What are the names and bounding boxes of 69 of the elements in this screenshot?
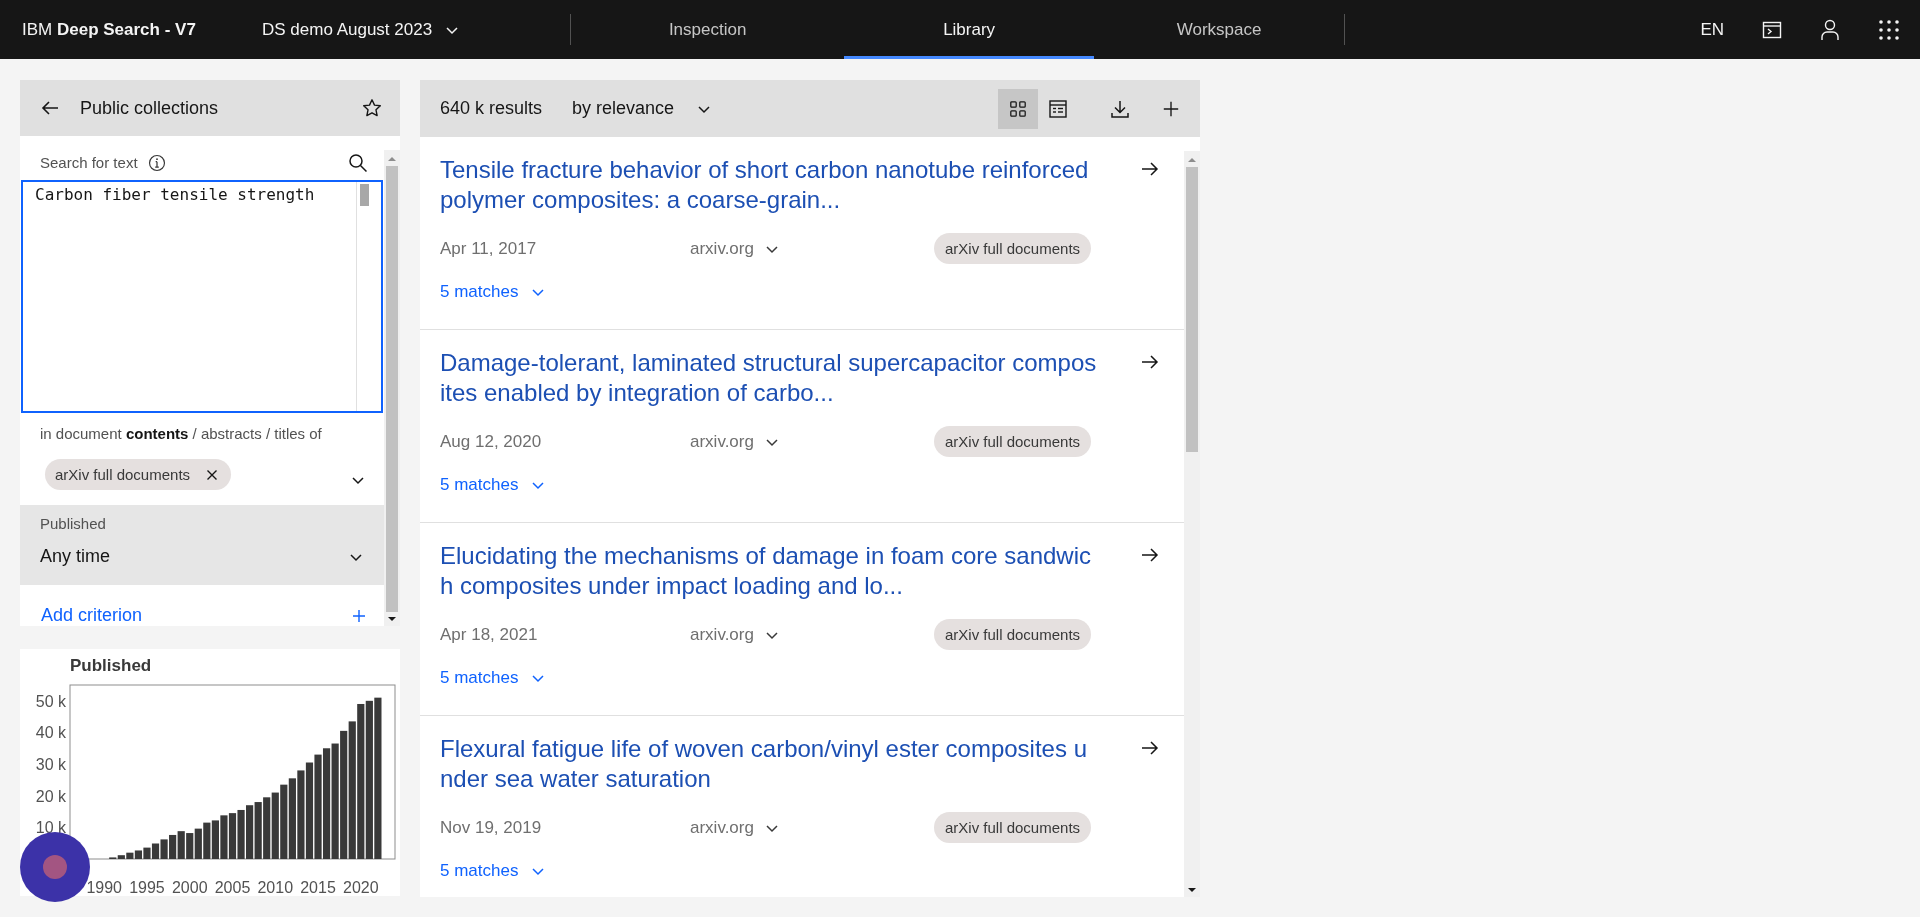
chart-bar xyxy=(151,843,160,859)
y-axis-label: 40 k xyxy=(35,724,66,742)
result-date: Aug 12, 2020 xyxy=(440,431,543,452)
matches-toggle[interactable]: 5 matches xyxy=(440,475,547,495)
x-axis-label: 2015 xyxy=(300,879,336,896)
matches-toggle[interactable]: 5 matches xyxy=(440,668,547,688)
search-icon[interactable] xyxy=(348,152,368,173)
x-axis-label: 1990 xyxy=(86,879,122,896)
x-axis-label: 2005 xyxy=(214,879,251,896)
source-dropdown[interactable]: arxiv.org xyxy=(690,431,934,452)
grid-icon xyxy=(1009,99,1027,118)
filter-label: Published xyxy=(40,514,107,533)
star-icon[interactable] xyxy=(362,98,382,118)
result-title-link[interactable]: Damage-tolerant, laminated structural supercapacitor composites enabled by integration of carbo... xyxy=(440,348,1100,408)
app-title: IBM Deep Search - V7 xyxy=(21,19,197,41)
add-criterion-button[interactable]: Add criterion xyxy=(20,585,384,626)
y-axis-label: 20 k xyxy=(35,787,66,805)
collection-tag: arXiv full documents xyxy=(45,459,232,491)
app-switcher-icon[interactable] xyxy=(1878,18,1900,41)
x-axis-label: 1995 xyxy=(129,879,165,896)
result-title-link[interactable]: Flexural fatigue life of woven carbon/vinyl ester composites under sea water saturation xyxy=(440,734,1100,794)
collection-tag: arXiv full documents xyxy=(934,812,1092,843)
terminal-icon[interactable] xyxy=(1762,19,1782,40)
search-scope-text: in document contents / abstracts / titles of xyxy=(39,424,323,443)
nav-tab[interactable]: Inspection xyxy=(571,0,845,59)
scroll-up-icon[interactable] xyxy=(1187,157,1197,163)
date-dropdown[interactable]: Any time xyxy=(40,546,364,568)
nav-tab[interactable]: Workspace xyxy=(1094,0,1345,59)
result-date: Apr 18, 2021 xyxy=(440,624,539,645)
plus-icon xyxy=(352,608,366,623)
source-dropdown[interactable]: arxiv.org xyxy=(690,624,934,645)
panel-title: Public collections xyxy=(80,97,220,119)
user-icon[interactable] xyxy=(1820,18,1840,41)
result-title-link[interactable]: Tensile fracture behavior of short carbon nanotube reinforced polymer composites: a coarse-grain... xyxy=(440,155,1100,215)
result-date: Nov 19, 2019 xyxy=(440,817,543,838)
nav-tab[interactable]: Library xyxy=(844,0,1095,59)
result-date: Apr 11, 2017 xyxy=(440,238,538,259)
project-dropdown[interactable]: DS demo August 2023 xyxy=(242,0,481,59)
sort-dropdown[interactable]: by relevance xyxy=(572,98,713,119)
result-title-link[interactable]: Elucidating the mechanisms of damage in foam core sandwich composites under impact loading and lo... xyxy=(440,541,1100,601)
chart-title: Published xyxy=(70,656,152,675)
grid-view-button[interactable] xyxy=(998,88,1038,129)
chart-bar xyxy=(228,813,237,859)
y-axis-label: 50 k xyxy=(35,692,66,710)
scroll-down-icon[interactable] xyxy=(387,616,397,622)
y-axis-label: 10 k xyxy=(35,819,66,837)
matches-toggle[interactable]: 5 matches xyxy=(440,282,547,302)
add-icon[interactable] xyxy=(1162,99,1180,118)
scroll-down-icon[interactable] xyxy=(1187,887,1197,893)
info-icon[interactable] xyxy=(147,153,166,172)
x-axis-label: 2020 xyxy=(343,879,379,896)
source-dropdown[interactable]: arxiv.org xyxy=(690,817,934,838)
x-axis-label: 2010 xyxy=(257,879,294,896)
scrollbar[interactable] xyxy=(1184,151,1200,897)
x-axis-label: 2000 xyxy=(171,879,208,896)
search-label: Search for text xyxy=(40,154,138,172)
scrollbar[interactable] xyxy=(384,150,400,626)
y-axis-label: 30 k xyxy=(35,756,66,774)
scroll-up-icon[interactable] xyxy=(387,156,397,162)
collection-tag: arXiv full documents xyxy=(934,619,1092,650)
collection-tag: arXiv full documents xyxy=(934,426,1092,457)
collection-tag: arXiv full documents xyxy=(934,233,1092,264)
download-icon[interactable] xyxy=(1110,98,1130,119)
matches-toggle[interactable]: 5 matches xyxy=(440,861,547,881)
source-dropdown[interactable]: arxiv.org xyxy=(690,238,934,259)
close-icon[interactable] xyxy=(206,468,219,481)
language-button[interactable]: EN xyxy=(1700,19,1724,40)
results-count: 640 k results xyxy=(440,98,543,119)
table-icon xyxy=(1048,98,1068,119)
